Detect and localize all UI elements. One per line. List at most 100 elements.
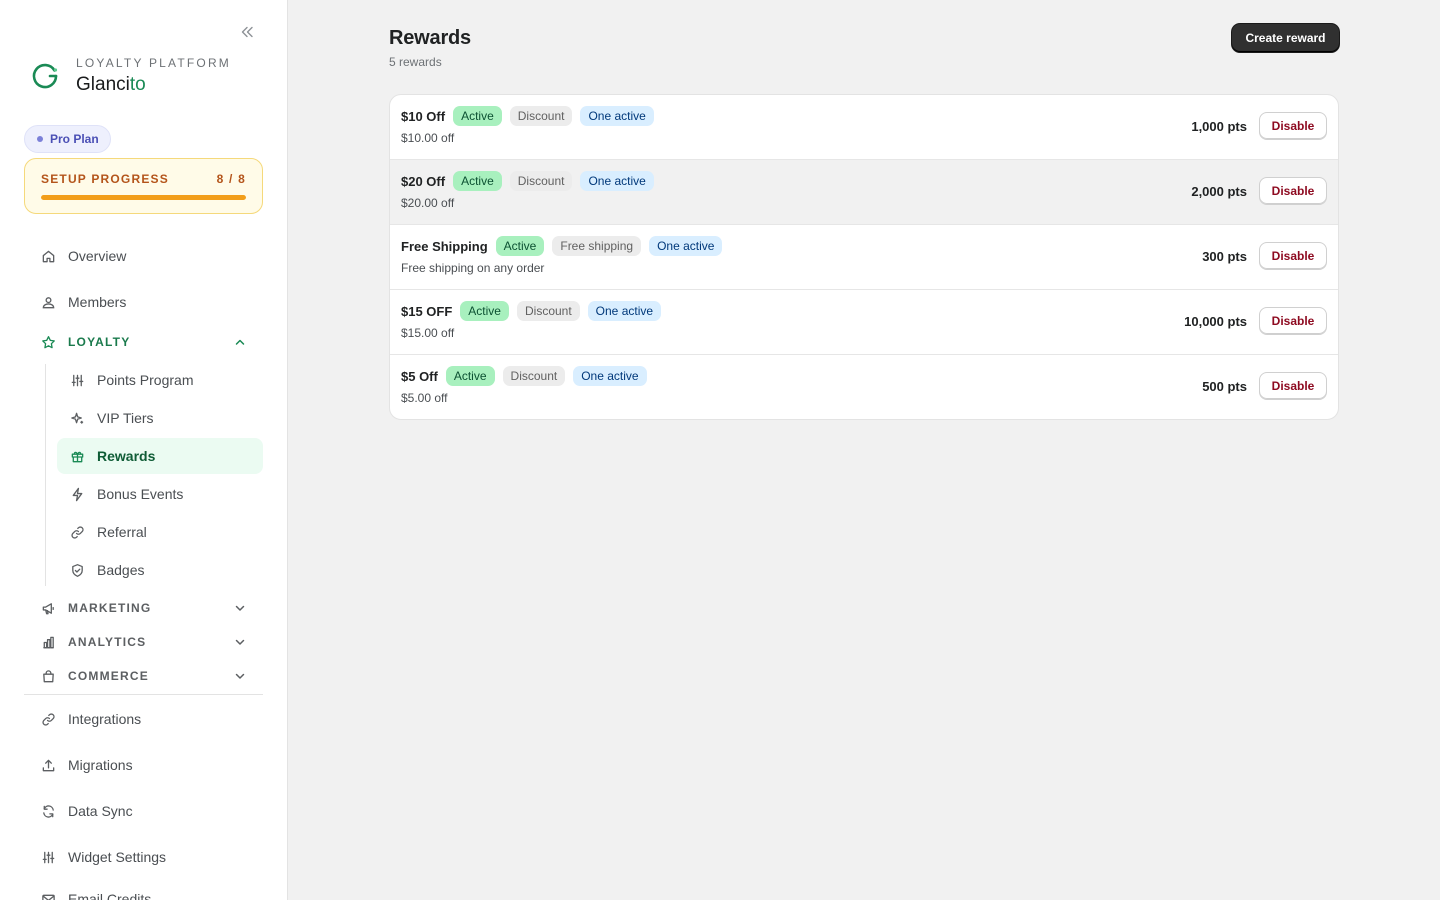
rewards-count: 5 rewards <box>389 55 442 69</box>
reward-name: $5 Off <box>401 368 438 384</box>
setup-progress-fill <box>41 195 246 200</box>
reward-description: $15.00 off <box>401 326 455 340</box>
nav-section-marketing[interactable]: MARKETING <box>24 593 263 623</box>
nav-points-program-label: Points Program <box>97 372 194 388</box>
nav-points-program[interactable]: Points Program <box>57 362 263 398</box>
reward-description: $20.00 off <box>401 196 455 210</box>
reward-points: 500 pts <box>1202 379 1247 394</box>
home-icon <box>42 250 54 262</box>
reward-row[interactable]: $10 Off Active Discount One active $10.0… <box>390 95 1338 160</box>
nav-section-loyalty-label: LOYALTY <box>68 335 131 349</box>
lightning-icon <box>72 487 82 501</box>
reward-description: $5.00 off <box>401 391 448 405</box>
nav-rewards[interactable]: Rewards <box>57 438 263 474</box>
type-badge: Discount <box>516 301 580 321</box>
shopping-bag-icon <box>42 669 54 682</box>
nav-bonus-events[interactable]: Bonus Events <box>57 476 263 512</box>
limit-badge: One active <box>580 171 654 191</box>
plan-label: Pro Plan <box>50 132 99 146</box>
chevron-down-icon <box>235 605 245 611</box>
nav-bonus-events-label: Bonus Events <box>97 486 184 502</box>
disable-button[interactable]: Disable <box>1259 307 1327 335</box>
status-badge: Active <box>453 106 502 126</box>
chevron-up-icon <box>235 339 245 345</box>
megaphone-icon <box>42 602 54 614</box>
refresh-icon <box>42 804 54 818</box>
brand-logo-icon <box>32 63 58 89</box>
reward-row[interactable]: Free Shipping Active Free shipping One a… <box>390 225 1338 290</box>
reward-description: $10.00 off <box>401 131 455 145</box>
disable-button[interactable]: Disable <box>1259 242 1327 270</box>
collapse-sidebar-button[interactable] <box>234 20 260 44</box>
setup-progress-card[interactable]: SETUP PROGRESS 8 / 8 <box>24 158 263 214</box>
nav-badges[interactable]: Badges <box>57 552 263 588</box>
nav-vip-tiers-label: VIP Tiers <box>97 410 154 426</box>
nav-overview[interactable]: Overview <box>24 237 263 275</box>
nav-section-commerce[interactable]: COMMERCE <box>24 661 263 691</box>
plan-badge[interactable]: Pro Plan <box>24 125 111 153</box>
nav-section-analytics[interactable]: ANALYTICS <box>24 627 263 657</box>
reward-points: 1,000 pts <box>1191 119 1247 134</box>
type-badge: Discount <box>509 171 573 191</box>
type-badge: Discount <box>502 366 566 386</box>
bar-chart-icon <box>42 636 54 648</box>
nav-integrations[interactable]: Integrations <box>24 700 263 738</box>
status-badge: Active <box>495 236 545 256</box>
star-icon <box>41 335 55 348</box>
link-icon <box>41 712 55 726</box>
nav-migrations[interactable]: Migrations <box>24 746 263 784</box>
disable-button[interactable]: Disable <box>1259 112 1327 140</box>
reward-name: $20 Off <box>401 173 446 189</box>
sidebar-divider <box>24 694 263 695</box>
nav-migrations-label: Migrations <box>68 757 133 773</box>
type-badge: Discount <box>509 106 573 126</box>
reward-row[interactable]: $15 OFF Active Discount One active $15.0… <box>390 290 1338 355</box>
nav-section-loyalty[interactable]: LOYALTY <box>24 327 263 357</box>
setup-progress-bar <box>41 195 246 200</box>
sparkle-icon <box>70 412 83 424</box>
limit-badge: One active <box>587 301 662 321</box>
upload-icon <box>42 759 54 771</box>
loyalty-subnav-line <box>45 364 46 586</box>
nav-email-credits-label: Email Credits <box>68 891 152 900</box>
nav-members-label: Members <box>68 294 127 310</box>
nav-badges-label: Badges <box>97 562 145 578</box>
reward-description: Free shipping on any order <box>401 261 545 275</box>
disable-button[interactable]: Disable <box>1259 372 1327 400</box>
members-icon <box>42 296 54 308</box>
brand: LOYALTY PLATFORM Glancito <box>30 56 231 96</box>
reward-points: 300 pts <box>1202 249 1247 264</box>
reward-points: 2,000 pts <box>1191 184 1247 199</box>
nav-data-sync[interactable]: Data Sync <box>24 792 263 830</box>
status-badge: Active <box>460 301 509 321</box>
nav-referral[interactable]: Referral <box>57 514 263 550</box>
page-title: Rewards <box>389 27 471 49</box>
limit-badge: One active <box>580 106 654 126</box>
nav-email-credits[interactable]: Email Credits <box>24 880 263 900</box>
disable-button[interactable]: Disable <box>1259 177 1327 205</box>
reward-row[interactable]: $20 Off Active Discount One active $20.0… <box>390 160 1338 225</box>
nav-section-marketing-label: MARKETING <box>68 601 152 615</box>
sidebar: LOYALTY PLATFORM Glancito Pro Plan SETUP… <box>0 0 288 900</box>
reward-name: $10 Off <box>401 108 446 124</box>
rewards-list: $10 Off Active Discount One active $10.0… <box>389 94 1339 420</box>
limit-badge: One active <box>649 236 723 256</box>
mail-icon <box>41 894 55 900</box>
nav-section-commerce-label: COMMERCE <box>68 669 149 683</box>
brand-name: Glancito <box>76 74 231 96</box>
nav-vip-tiers[interactable]: VIP Tiers <box>57 400 263 436</box>
nav-members[interactable]: Members <box>24 283 263 321</box>
nav-overview-label: Overview <box>68 248 127 264</box>
chevron-down-icon <box>235 639 245 645</box>
nav-widget-settings-label: Widget Settings <box>68 849 167 865</box>
sliders-icon <box>71 374 83 386</box>
reward-row[interactable]: $5 Off Active Discount One active $5.00 … <box>390 355 1338 419</box>
reward-name: $15 OFF <box>401 303 453 319</box>
limit-badge: One active <box>573 366 647 386</box>
setup-progress-label: SETUP PROGRESS <box>41 172 169 186</box>
nav-widget-settings[interactable]: Widget Settings <box>24 838 263 876</box>
create-reward-button[interactable]: Create reward <box>1232 24 1339 52</box>
nav-section-analytics-label: ANALYTICS <box>68 635 147 649</box>
plan-dot <box>37 136 43 142</box>
nav-data-sync-label: Data Sync <box>68 803 133 819</box>
